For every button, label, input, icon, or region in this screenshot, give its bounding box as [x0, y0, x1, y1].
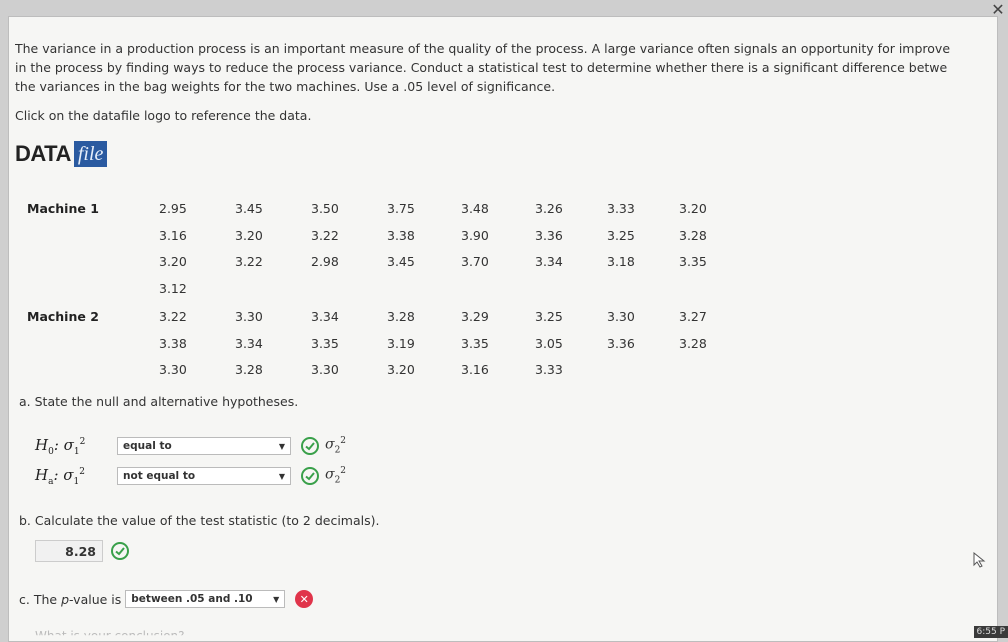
check-circle-icon [301, 467, 319, 485]
data-cell: 3.28 [679, 336, 707, 351]
data-cell: 3.30 [159, 362, 187, 377]
data-cell: 3.30 [235, 309, 263, 324]
close-icon[interactable]: ✕ [988, 0, 1008, 19]
null-hypothesis-select[interactable]: equal to ▼ [117, 437, 291, 455]
data-cell: 3.70 [461, 254, 489, 269]
data-cell: 2.95 [159, 201, 187, 216]
question-panel: The variance in a production process is … [8, 16, 998, 642]
part-a-prompt: a. State the null and alternative hypoth… [19, 394, 298, 409]
null-hypothesis-row: H0: σ12 equal to ▼ σ22 [35, 435, 346, 457]
null-hypothesis-rhs: σ22 [325, 436, 346, 455]
part-c-prompt: c. The p-value is between .05 and .10 ▼ … [19, 590, 313, 608]
p-value-select[interactable]: between .05 and .10 ▼ [125, 590, 285, 608]
triangle-down-icon: ▼ [273, 595, 279, 604]
machine-label: Machine 2 [27, 309, 99, 324]
next-question-text: What is your conclusion? [35, 629, 185, 642]
alternative-hypothesis-rhs: σ22 [325, 466, 346, 485]
triangle-down-icon: ▼ [279, 472, 285, 481]
data-cell: 3.16 [159, 228, 187, 243]
data-cell: 3.36 [535, 228, 563, 243]
taskbar-clock: 6:55 P [974, 626, 1008, 638]
test-statistic-input[interactable]: 8.28 [35, 540, 103, 562]
data-cell: 3.05 [535, 336, 563, 351]
triangle-down-icon: ▼ [279, 442, 285, 451]
part-c-p: p [61, 592, 69, 607]
alternative-hypothesis-row: Ha: σ12 not equal to ▼ σ22 [35, 465, 346, 487]
data-cell: 3.28 [235, 362, 263, 377]
data-cell: 3.35 [679, 254, 707, 269]
data-cell: 3.34 [535, 254, 563, 269]
null-hypothesis-selected: equal to [123, 440, 172, 452]
data-cell: 3.75 [387, 201, 415, 216]
data-cell: 3.12 [159, 281, 187, 296]
data-cell: 3.27 [679, 309, 707, 324]
p-value-selected: between .05 and .10 [131, 593, 252, 605]
alternative-hypothesis-select[interactable]: not equal to ▼ [117, 467, 291, 485]
x-circle-icon: ✕ [295, 590, 313, 608]
data-cell: 3.20 [387, 362, 415, 377]
data-cell: 3.29 [461, 309, 489, 324]
data-cell: 3.38 [159, 336, 187, 351]
data-cell: 3.30 [607, 309, 635, 324]
data-cell: 3.26 [535, 201, 563, 216]
check-circle-icon [111, 542, 129, 560]
alternative-hypothesis-symbol: Ha: σ12 [35, 466, 117, 487]
data-cell: 3.35 [461, 336, 489, 351]
data-cell: 3.25 [535, 309, 563, 324]
data-cell: 3.38 [387, 228, 415, 243]
alternative-hypothesis-selected: not equal to [123, 470, 195, 482]
data-cell: 3.20 [159, 254, 187, 269]
data-cell: 3.90 [461, 228, 489, 243]
data-cell: 3.18 [607, 254, 635, 269]
machine-data-table: Machine 1 2.95 3.45 3.50 3.75 3.48 3.26 3.33 3.2… [9, 17, 997, 417]
data-cell: 3.22 [159, 309, 187, 324]
part-b-prompt: b. Calculate the value of the test stati… [19, 513, 379, 528]
mouse-cursor-icon [973, 552, 987, 568]
data-cell: 3.45 [235, 201, 263, 216]
check-circle-icon [301, 437, 319, 455]
data-cell: 2.98 [311, 254, 339, 269]
part-c-suffix: -value is [69, 592, 121, 607]
null-hypothesis-symbol: H0: σ12 [35, 436, 117, 457]
data-cell: 3.16 [461, 362, 489, 377]
machine-label: Machine 1 [27, 201, 99, 216]
data-cell: 3.36 [607, 336, 635, 351]
data-cell: 3.28 [387, 309, 415, 324]
data-cell: 3.20 [235, 228, 263, 243]
data-cell: 3.22 [235, 254, 263, 269]
data-cell: 3.22 [311, 228, 339, 243]
data-cell: 3.33 [607, 201, 635, 216]
data-cell: 3.34 [235, 336, 263, 351]
data-cell: 3.28 [679, 228, 707, 243]
data-cell: 3.33 [535, 362, 563, 377]
data-cell: 3.34 [311, 309, 339, 324]
data-cell: 3.25 [607, 228, 635, 243]
data-cell: 3.48 [461, 201, 489, 216]
data-cell: 3.20 [679, 201, 707, 216]
data-cell: 3.35 [311, 336, 339, 351]
part-c-prefix: c. The [19, 592, 57, 607]
data-cell: 3.45 [387, 254, 415, 269]
data-cell: 3.30 [311, 362, 339, 377]
data-cell: 3.19 [387, 336, 415, 351]
data-cell: 3.50 [311, 201, 339, 216]
